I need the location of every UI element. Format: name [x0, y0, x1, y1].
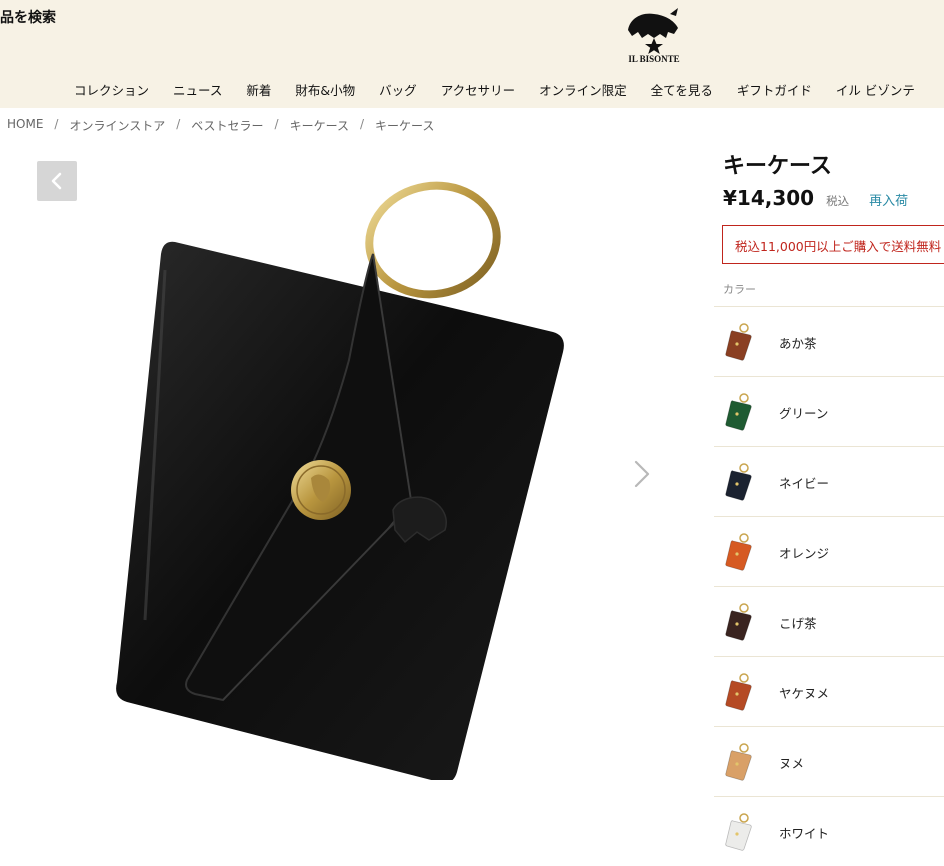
- breadcrumb-home[interactable]: HOME: [7, 117, 43, 134]
- swatch-ring: [739, 603, 749, 613]
- color-option[interactable]: ヤケヌメ: [714, 656, 944, 726]
- color-name: グリーン: [779, 406, 829, 421]
- swatch-ring: [739, 393, 749, 403]
- breadcrumb-separator: /: [274, 117, 279, 131]
- il-bisonte-logo[interactable]: IL BISONTE: [616, 4, 692, 66]
- color-name: ヌメ: [779, 756, 805, 771]
- color-name: ヤケヌメ: [779, 686, 830, 701]
- nav-item-wallets[interactable]: 財布&小物: [295, 80, 355, 98]
- color-swatch: [725, 463, 752, 501]
- color-name: こげ茶: [779, 616, 817, 631]
- swatch-case: [725, 540, 752, 571]
- site-header: 商品を検索 IL BISONTE コレクション ニュース 新着 財布&小物 バッ…: [0, 0, 944, 108]
- swatch-case: [725, 680, 752, 711]
- swatch-ring: [739, 463, 749, 473]
- swatch-button: [735, 482, 739, 486]
- nav-item-collection[interactable]: コレクション: [74, 80, 149, 98]
- color-name: オレンジ: [779, 546, 830, 561]
- swatch-ring: [739, 533, 749, 543]
- color-option[interactable]: オレンジ: [714, 516, 944, 586]
- free-shipping-notice: 税込11,000円以上ご購入で送料無料: [722, 225, 944, 264]
- color-swatch: [725, 603, 752, 641]
- nav-item-online-exclusive[interactable]: オンライン限定: [539, 80, 627, 98]
- tax-label: 税込: [826, 194, 850, 208]
- swatch-case: [725, 400, 752, 431]
- color-label: カラー: [723, 283, 756, 296]
- swatch-button: [735, 692, 739, 696]
- swatch-button: [735, 412, 739, 416]
- breadcrumb-bestseller[interactable]: ベストセラー: [191, 117, 263, 134]
- search-link[interactable]: 商品を検索: [0, 7, 56, 27]
- restock-link[interactable]: 再入荷: [869, 190, 908, 209]
- nav-item-accessories[interactable]: アクセサリー: [441, 80, 515, 98]
- nav-item-il-bisonte[interactable]: イル ビゾンテ: [836, 80, 915, 98]
- color-swatch: [725, 533, 752, 571]
- swatch-ring: [739, 323, 749, 333]
- swatch-ring: [739, 743, 749, 753]
- nav-item-news[interactable]: ニュース: [173, 80, 222, 98]
- color-option[interactable]: あか茶: [714, 306, 944, 376]
- swatch-case: [725, 330, 752, 361]
- product-image: [116, 181, 564, 780]
- product-price: ¥14,300: [723, 186, 815, 210]
- color-swatch: [725, 323, 752, 361]
- breadcrumb-separator: /: [359, 117, 365, 131]
- color-option[interactable]: こげ茶: [714, 586, 944, 656]
- color-option[interactable]: ヌメ: [714, 726, 944, 796]
- chevron-right-icon[interactable]: [630, 459, 654, 489]
- color-name: あか茶: [779, 336, 817, 351]
- breadcrumb-separator: /: [176, 117, 181, 131]
- swatch-case: [725, 820, 752, 851]
- breadcrumb: HOME / オンラインストア / ベストセラー / キーケース / キーケース: [7, 117, 434, 134]
- nav-item-view-all[interactable]: 全てを見る: [651, 80, 713, 98]
- breadcrumb-current: キーケース: [375, 119, 435, 133]
- price-row: ¥14,300 税込 再入荷: [723, 186, 908, 210]
- chevron-left-icon: [51, 172, 62, 190]
- swatch-button: [735, 342, 739, 346]
- nav-item-new-arrivals[interactable]: 新着: [246, 80, 271, 98]
- breadcrumb-key-case-category[interactable]: キーケース: [290, 117, 349, 134]
- color-name: ホワイト: [779, 826, 830, 841]
- swatch-case: [725, 470, 752, 501]
- color-swatch: [725, 743, 752, 781]
- color-swatch: [725, 813, 752, 851]
- swatch-button: [735, 762, 739, 766]
- product-title: キーケース: [723, 154, 832, 179]
- color-name: ネイビー: [779, 476, 830, 491]
- swatch-ring: [739, 673, 749, 683]
- swatch-case: [725, 750, 752, 781]
- swatch-case: [725, 610, 752, 641]
- breadcrumb-online-store[interactable]: オンラインストア: [69, 117, 165, 134]
- color-swatch: [725, 673, 752, 711]
- color-list: あか茶 グリーン ネイビー オレンジ こげ茶 ヤケヌメ ヌメ ホワイト: [714, 306, 944, 866]
- swatch-button: [735, 832, 739, 836]
- nav-item-bags[interactable]: バッグ: [379, 80, 417, 98]
- color-option[interactable]: ホワイト: [714, 796, 944, 866]
- swatch-button: [735, 552, 739, 556]
- color-option[interactable]: ネイビー: [714, 446, 944, 516]
- main-nav: コレクション ニュース 新着 財布&小物 バッグ アクセサリー オンライン限定 …: [74, 80, 939, 98]
- color-swatch: [725, 393, 752, 431]
- nav-item-gift-guide[interactable]: ギフトガイド: [737, 80, 812, 98]
- color-option[interactable]: グリーン: [714, 376, 944, 446]
- swatch-ring: [739, 813, 749, 823]
- gallery-prev-button[interactable]: [37, 161, 77, 201]
- swatch-button: [735, 622, 739, 626]
- logo-text: IL BISONTE: [628, 54, 679, 64]
- breadcrumb-separator: /: [54, 117, 59, 131]
